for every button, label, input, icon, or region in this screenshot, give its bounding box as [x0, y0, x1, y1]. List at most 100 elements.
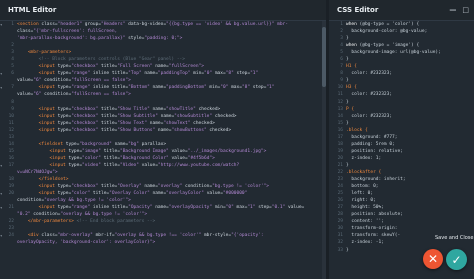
- code-token: }: [346, 247, 349, 253]
- line-number: 1: [11, 22, 14, 27]
- code-token: }: [346, 78, 349, 84]
- code-token: background-color: @bg-value;: [346, 29, 428, 35]
- code-token: </fieldset>: [17, 177, 69, 183]
- line-number: 12: [8, 127, 14, 133]
- line-number: 15: [8, 148, 14, 154]
- html-code-line: v=uNCr7NdOJgw">: [0, 169, 326, 176]
- code-text: height: 50%;: [346, 204, 474, 211]
- code-token: title=: [103, 148, 120, 154]
- code-token: overlayOpacity, 'background-color': over…: [17, 240, 156, 246]
- code-text: }: [346, 77, 474, 84]
- code-token: "0": [225, 205, 237, 211]
- html-code-line: ▾ 1 <section class="header1" group="Header…: [0, 21, 326, 28]
- line-number: 13: [8, 134, 14, 140]
- code-token: "Show Text": [117, 120, 150, 126]
- css-code-line: 2 background-color: @bg-value;: [329, 28, 474, 35]
- line-number: 33: [337, 247, 343, 253]
- code-token: "range": [71, 85, 93, 91]
- code-token: 'mbr-parallax-background': bg.parallax}": [17, 36, 129, 42]
- code-token: <input: [17, 106, 58, 112]
- code-token: "8": [225, 71, 237, 77]
- html-code-line: 3 <mbr-parameters>: [0, 49, 326, 56]
- code-token: <input: [17, 64, 58, 70]
- line-number: 17: [8, 162, 14, 168]
- code-token: checked>: [193, 120, 215, 126]
- code-token: value=: [17, 92, 34, 98]
- line-number: 2: [11, 43, 14, 49]
- line-number: 4: [340, 43, 343, 49]
- code-token: type=: [57, 120, 72, 126]
- code-token: inline title=: [92, 71, 129, 77]
- code-text: bottom: 0;: [346, 183, 474, 190]
- code-text: <input type="checkbox" title="Full Scree…: [17, 63, 326, 70]
- code-token: "overlayColor": [166, 191, 207, 197]
- code-token: "#4f5b6d">: [187, 155, 215, 161]
- css-code-line: 17 background: #777;: [329, 134, 474, 141]
- code-text: }: [346, 35, 474, 42]
- code-token: "background": [79, 141, 115, 147]
- line-number: 10: [8, 113, 14, 119]
- code-token: P {: [346, 106, 355, 112]
- code-token: H1 {: [346, 64, 357, 70]
- code-text: background-image: url(@bg-value);: [346, 49, 474, 56]
- html-code-area[interactable]: ▾ 1 <section class="header1" group="Header…: [0, 21, 326, 279]
- code-text: <input type="checkbox" title="Show Title…: [17, 106, 326, 113]
- code-token: "overlay && bg.type != 'color'">: [60, 212, 148, 218]
- code-token: type=: [57, 184, 72, 190]
- code-token: <input: [17, 120, 58, 126]
- html-code-line: 'mbr-parallax-background': bg.parallax}"…: [0, 35, 326, 42]
- code-token: value=: [206, 191, 223, 197]
- code-token: class=: [41, 233, 58, 239]
- code-token: }: [346, 120, 349, 126]
- code-token: type=: [68, 148, 83, 154]
- minimize-icon[interactable]: —: [449, 0, 456, 21]
- html-code-line: 4 <!-- Block parameters controls (Blue "…: [0, 56, 326, 63]
- code-token: height: 50%;: [346, 205, 384, 211]
- css-code-line: 16 .block {: [329, 127, 474, 134]
- line-number: 27: [337, 205, 343, 211]
- code-text: content: '';: [346, 218, 474, 225]
- code-text: value="6" condition="fullScreen == false…: [17, 91, 326, 98]
- code-token: type=: [57, 71, 72, 77]
- code-token: <section: [17, 22, 42, 27]
- code-token: step=: [236, 71, 251, 77]
- line-number: [6, 197, 17, 204]
- line-number: 5: [340, 50, 343, 56]
- html-code-line: 19 <input type="checkbox" title="Overlay…: [0, 183, 326, 190]
- css-editor-title: CSS Editor: [337, 6, 379, 14]
- line-number: 25: [337, 191, 343, 197]
- html-editor-panel: HTML Editor ▾ 1 <section class="header1" g…: [0, 0, 326, 279]
- line-number: 14: [8, 141, 14, 147]
- line-number: 21: [8, 205, 14, 211]
- code-token: "Headers": [101, 22, 129, 27]
- code-text: <input type="checkbox" title="Show Text"…: [17, 120, 326, 127]
- code-token: name=: [155, 205, 169, 211]
- code-token: condition=: [44, 92, 72, 98]
- html-code-line: 18 </fieldset>: [0, 176, 326, 183]
- code-token: left: 0;: [346, 191, 374, 197]
- code-token: "paddingBottom": [166, 85, 210, 91]
- maximize-icon[interactable]: □: [462, 0, 469, 21]
- code-token: name=: [160, 113, 175, 119]
- line-number: 23: [337, 177, 343, 183]
- line-number: 14: [337, 113, 343, 119]
- code-token: mbr-if=: [95, 233, 115, 239]
- code-token: "video": [82, 162, 104, 168]
- cancel-button[interactable]: ✕: [423, 249, 443, 269]
- code-token: "overlay && bg.type != 'color'">: [44, 198, 131, 204]
- code-text: background: inherit;: [346, 176, 474, 183]
- code-token: min=: [193, 71, 204, 77]
- code-token: right: 0;: [346, 198, 376, 204]
- html-code-line: 9 <input type="checkbox" title="Show Tit…: [0, 106, 326, 113]
- line-number: 6: [11, 71, 14, 77]
- code-text: H3 {: [346, 84, 474, 91]
- code-token: }: [346, 57, 349, 63]
- line-number: 1: [340, 22, 343, 27]
- code-text: <fieldset type="background" name="bg" pa…: [17, 141, 326, 148]
- save-and-close-button[interactable]: ✓: [446, 249, 467, 270]
- code-text: background: #777;: [346, 134, 474, 141]
- code-token: "0": [220, 85, 232, 91]
- line-number: 23: [8, 226, 14, 232]
- code-token: }: [346, 99, 349, 105]
